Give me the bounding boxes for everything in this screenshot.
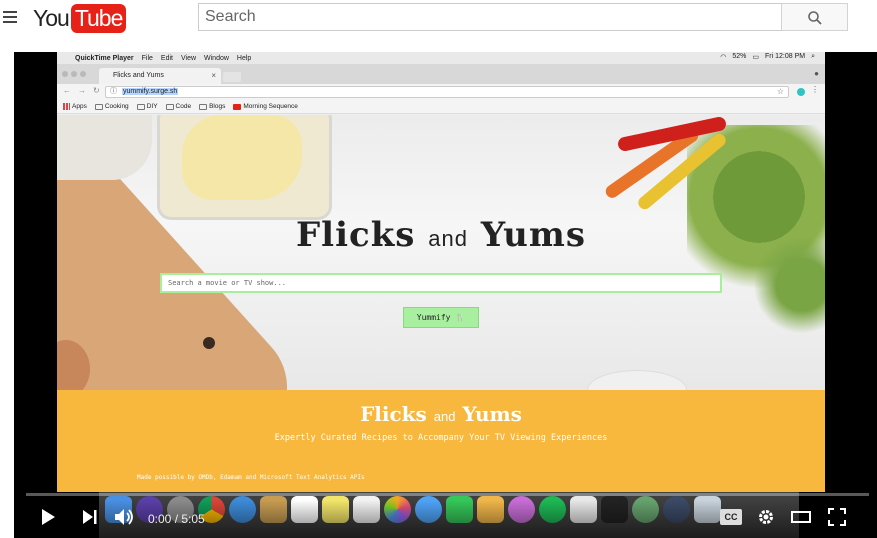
site-title: Flicks and Yums [296, 215, 586, 255]
window-controls [62, 71, 86, 77]
battery-icon: ▭ [752, 54, 759, 61]
volume-icon[interactable] [114, 508, 136, 526]
player-controls: 0:00 / 5:05 CC [14, 500, 877, 538]
menu-icon[interactable] [3, 11, 17, 23]
bookmark-cooking: Cooking [94, 103, 129, 110]
browser-tabbar: Flicks and Yums × ● [57, 64, 825, 84]
profile-icon: ● [814, 69, 819, 78]
youtube-logo[interactable]: You Tube [33, 3, 127, 33]
bookmark-blogs: Blogs [199, 103, 225, 110]
play-icon[interactable] [40, 508, 56, 526]
tab-close-icon: × [211, 71, 216, 80]
menubar-window: Window [204, 54, 229, 62]
menubar-view: View [180, 54, 197, 62]
browser-addressbar: ← → ↻ ⓘ yummify.surge.sh ☆ ⋮ [57, 84, 825, 100]
spotlight-icon: ⌕ [811, 53, 815, 60]
footer-credit: Made possible by OMDb, Edamam and Micros… [137, 474, 365, 481]
new-tab-button [223, 72, 241, 82]
youtube-favicon-icon [233, 103, 242, 110]
bookmark-code: Code [165, 103, 191, 110]
mac-menubar: QuickTime Player File Edit View Window H… [57, 52, 825, 64]
cheese-image [57, 115, 152, 180]
tab-title: Flicks and Yums [113, 72, 164, 79]
menubar-edit: Edit [160, 54, 173, 62]
search-button[interactable] [781, 3, 848, 31]
theater-mode-icon[interactable] [791, 508, 811, 526]
movie-search-input: Search a movie or TV show... [160, 273, 722, 293]
captions-button[interactable]: CC [720, 509, 742, 525]
menubar-file: File [141, 54, 153, 62]
folder-icon [165, 103, 174, 110]
footer-subtitle: Expertly Curated Recipes to Accompany Yo… [274, 433, 608, 443]
extension-icon [797, 88, 805, 96]
bookmark-diy: DIY [136, 103, 158, 110]
plate-image [587, 370, 687, 390]
footer-title: Flicks and Yums [360, 402, 522, 426]
bookmarks-bar: Apps Cooking DIY Code Blogs Morning Sequ… [57, 100, 825, 114]
forward-icon: → [78, 86, 86, 95]
settings-gear-icon[interactable] [757, 508, 775, 526]
time-display: 0:00 / 5:05 [148, 512, 205, 526]
battery-percent: 52% [732, 53, 747, 60]
butter-image [182, 115, 302, 200]
logo-you-text: You [33, 4, 70, 31]
youtube-header: You Tube Search [0, 0, 877, 40]
logo-tube-text: Tube [70, 3, 127, 33]
info-icon: ⓘ [110, 88, 117, 95]
menubar-help: Help [236, 54, 252, 62]
video-player[interactable]: QuickTime Player File Edit View Window H… [14, 52, 877, 538]
menubar-app-name: QuickTime Player [75, 54, 134, 62]
bookmark-apps: Apps [63, 103, 87, 110]
site-hero: Flicks and Yums Search a movie or TV sho… [57, 115, 825, 390]
wifi-icon: ◠ [720, 54, 727, 61]
fullscreen-icon[interactable] [828, 508, 846, 526]
url-text: yummify.surge.sh [122, 88, 179, 95]
folder-icon [136, 103, 145, 110]
site-footer: Flicks and Yums Expertly Curated Recipes… [57, 390, 825, 492]
yummify-button: Yummify 🍴 [403, 307, 479, 328]
bookmark-star-icon: ☆ [776, 87, 784, 96]
apps-grid-icon [63, 103, 70, 110]
menubar-clock: Fri 12:08 PM [765, 53, 806, 60]
browser-tab: Flicks and Yums × [99, 68, 221, 84]
next-icon[interactable] [82, 508, 98, 526]
back-icon: ← [63, 86, 71, 95]
folder-icon [199, 103, 208, 110]
reload-icon: ↻ [93, 86, 100, 95]
video-frame-mac-screen: QuickTime Player File Edit View Window H… [57, 52, 825, 492]
url-field: ⓘ yummify.surge.sh ☆ [105, 86, 789, 98]
search-input[interactable]: Search [198, 3, 782, 31]
more-icon: ⋮ [811, 85, 819, 94]
search-icon [808, 11, 822, 25]
folder-icon [94, 103, 103, 110]
progress-bar[interactable] [26, 493, 869, 496]
bookmark-morning-sequence: Morning Sequence [233, 103, 298, 110]
